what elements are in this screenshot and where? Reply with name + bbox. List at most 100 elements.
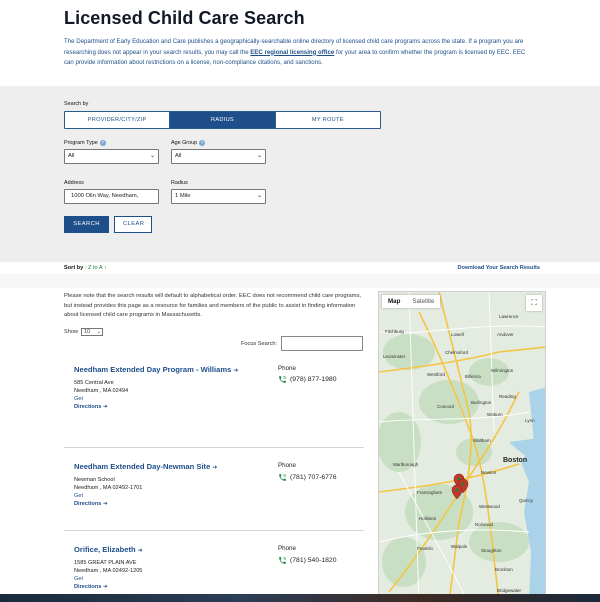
phone-number[interactable]: (781) 540-1820 (278, 556, 336, 565)
map-city-label: Leominster (383, 354, 406, 359)
download-results-link[interactable]: Download Your Search Results (458, 265, 540, 271)
phone-text: (978) 877-1980 (290, 375, 337, 383)
result-address-line1: 585 Central Ave (74, 379, 114, 386)
map-city-label: Concord (437, 404, 455, 409)
search-button[interactable]: SEARCH (64, 216, 109, 233)
results-note: Please note that the search results will… (64, 293, 362, 318)
list-item: Orifice, Elizabeth ➜ 1585 GREAT PLAIN AVE… (64, 531, 364, 602)
phone-label: Phone (278, 364, 296, 372)
sort-value: : Z to A (84, 265, 103, 271)
phone-number[interactable]: (781) 707-6776 (278, 473, 336, 482)
directions-label: Directions (74, 500, 102, 507)
focus-search-input[interactable] (281, 336, 364, 351)
tab-radius[interactable]: RADIUS (170, 112, 276, 128)
tab-map[interactable]: Map (382, 295, 406, 308)
page-title: Licensed Child Care Search (64, 8, 305, 28)
address-field: Address 1000 Olin Way, Needham, (64, 180, 159, 204)
map-canvas[interactable] (379, 292, 546, 602)
map-city-label: Stoughton (481, 548, 502, 553)
result-name: Needham Extended Day-Newman Site (74, 461, 211, 471)
focus-search-label: Focus Search: (241, 340, 278, 347)
intro-text: The Department of Early Education and Ca… (64, 37, 536, 69)
map-city-label: Franklin (417, 546, 434, 551)
search-by-label: Search by (64, 101, 89, 107)
show-count-value: 10 (84, 328, 90, 335)
result-address-line2: Needham , MA 02494 (74, 387, 129, 394)
program-type-value: All (68, 153, 75, 159)
directions-link[interactable]: Directions ➜ (74, 403, 108, 411)
directions-link[interactable]: Directions ➜ (74, 500, 108, 508)
search-tabs: PROVIDER/CITY/ZIP RADIUS MY ROUTE (64, 111, 381, 129)
clear-button[interactable]: CLEAR (114, 216, 152, 233)
map-widget[interactable]: Map Satellite ⛶ Fitchburg Lowell Lawrenc… (378, 291, 546, 602)
list-item: Needham Extended Day-Newman Site ➜ Newman… (64, 448, 364, 531)
map-city-label: Lowell (451, 332, 464, 337)
tab-satellite[interactable]: Satellite (406, 295, 440, 308)
phone-text: (781) 540-1820 (290, 556, 337, 564)
chevron-down-icon: ⌄ (149, 153, 155, 159)
phone-number[interactable]: (978) 877-1980 (278, 375, 336, 384)
phone-label: Phone (278, 461, 296, 469)
age-group-label-text: Age Group (171, 140, 198, 146)
result-name-link[interactable]: Needham Extended Day-Newman Site ➜ (74, 462, 217, 471)
tab-provider-city-zip[interactable]: PROVIDER/CITY/ZIP (65, 112, 171, 128)
age-group-field: Age Group? All ⌄ (171, 140, 266, 164)
eec-regional-office-link[interactable]: EEC regional licensing office (250, 49, 334, 56)
map-city-label: Framingham (417, 490, 443, 495)
map-city-label: Chelmsford (445, 350, 469, 355)
location-row: Address 1000 Olin Way, Needham, Radius 1… (64, 180, 536, 204)
phone-icon (279, 473, 287, 481)
map-city-label: Westford (427, 372, 445, 377)
results-controls: Show 10 ⌄ (64, 327, 364, 336)
age-group-select[interactable]: All ⌄ (171, 149, 266, 164)
age-group-value: All (175, 153, 182, 159)
address-input[interactable]: 1000 Olin Way, Needham, (64, 189, 159, 204)
get-label[interactable]: Get (74, 575, 83, 583)
help-icon[interactable]: ? (99, 140, 106, 146)
map-city-label: Westwood (479, 504, 500, 509)
map-type-tabs: Map Satellite (382, 295, 441, 308)
phone-icon (279, 375, 287, 383)
program-type-select[interactable]: All ⌄ (64, 149, 159, 164)
search-panel: Search by PROVIDER/CITY/ZIP RADIUS MY RO… (0, 86, 600, 262)
phone-text: (781) 707-6776 (290, 473, 337, 481)
sort-arrow-icon: ↑ (103, 265, 107, 271)
result-name-link[interactable]: Orifice, Elizabeth ➜ (74, 545, 143, 554)
fullscreen-icon[interactable]: ⛶ (526, 295, 542, 311)
chevron-down-icon: ⌄ (96, 328, 101, 335)
get-label[interactable]: Get (74, 395, 83, 403)
program-type-label: Program Type? (64, 140, 159, 146)
directions-link[interactable]: Directions ➜ (74, 583, 108, 591)
sort-label: Sort by (64, 265, 84, 271)
list-item: Needham Extended Day Program - Williams ➜… (64, 365, 364, 448)
radius-select[interactable]: 1 Mile ⌄ (171, 189, 266, 204)
phone-icon (279, 556, 287, 564)
map-city-label: Norwood (475, 522, 494, 527)
radius-field: Radius 1 Mile ⌄ (171, 180, 266, 204)
map-city-label: Marlborough (393, 462, 419, 467)
help-icon[interactable]: ? (199, 140, 206, 146)
result-name-link[interactable]: Needham Extended Day Program - Williams ➜ (74, 365, 238, 374)
phone-label: Phone (278, 544, 296, 552)
map-city-label: Holliston (419, 516, 437, 521)
map-city-label: Waltham (473, 438, 491, 443)
show-count-select[interactable]: 10 ⌄ (81, 327, 103, 336)
age-group-label: Age Group? (171, 140, 266, 146)
result-address-line2: Needham , MA 02492-1701 (74, 484, 143, 491)
show-control: Show 10 ⌄ (64, 327, 103, 336)
tab-my-route[interactable]: MY ROUTE (275, 112, 380, 128)
directions-label: Directions (74, 403, 102, 410)
map-city-label: Brockton (495, 567, 513, 572)
program-type-label-text: Program Type (64, 140, 98, 146)
page-header: Licensed Child Care Search The Departmen… (0, 0, 600, 86)
sort-control[interactable]: Sort by : Z to A ↑ (64, 265, 107, 271)
arrow-right-icon: ➜ (102, 500, 108, 507)
result-address-line2: Needham , MA 02492-1205 (74, 567, 143, 574)
map-city-label: Boston (503, 457, 528, 464)
get-label[interactable]: Get (74, 492, 83, 500)
chevron-down-icon: ⌄ (256, 153, 262, 159)
map-city-label: Lawrence (499, 314, 519, 319)
arrow-right-icon: ➜ (102, 583, 108, 590)
results-list: Needham Extended Day Program - Williams ➜… (64, 365, 364, 602)
results-section: Please note that the search results will… (64, 292, 364, 602)
